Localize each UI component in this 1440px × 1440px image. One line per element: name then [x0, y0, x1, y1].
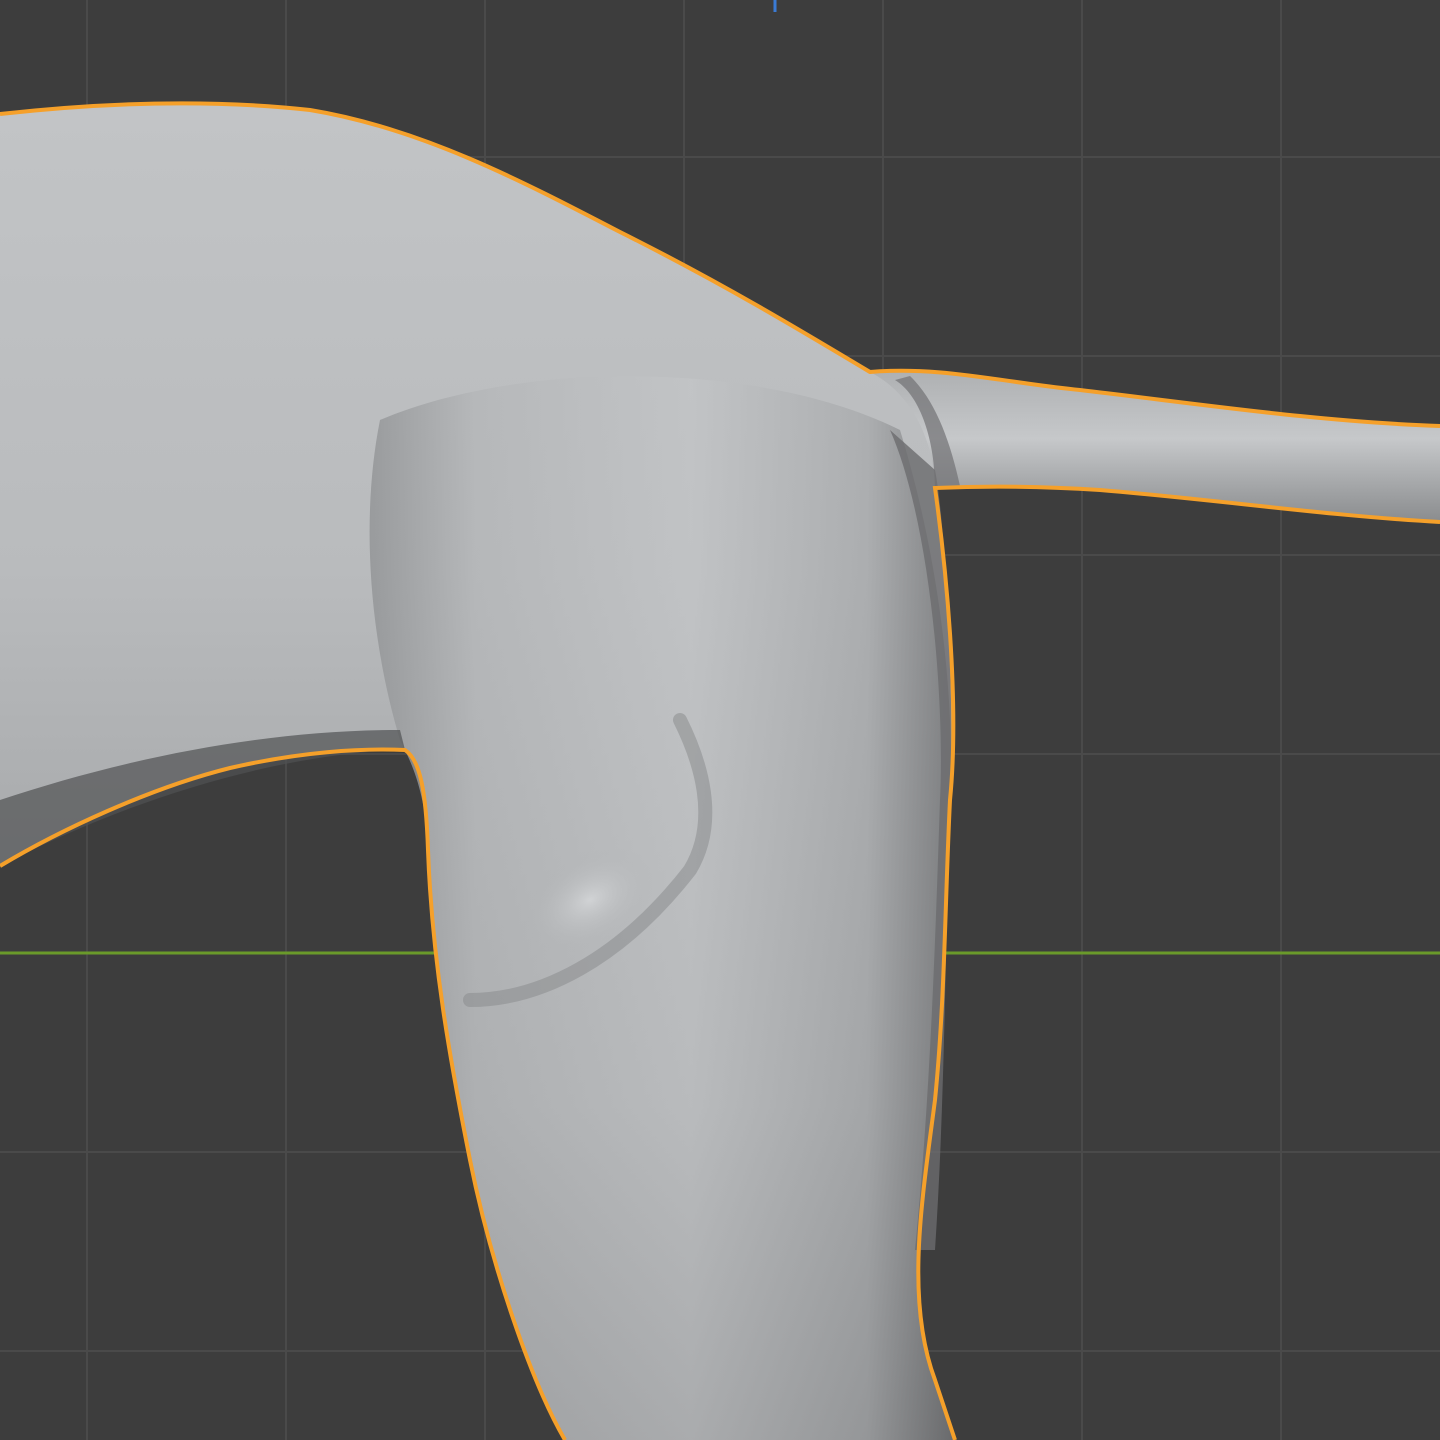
- sculpt-mesh[interactable]: [0, 101, 1440, 1440]
- mesh-tail: [870, 370, 1440, 522]
- viewport-canvas[interactable]: [0, 0, 1440, 1440]
- 3d-viewport[interactable]: [0, 0, 1440, 1440]
- selection-outline-lower: [916, 484, 1440, 1440]
